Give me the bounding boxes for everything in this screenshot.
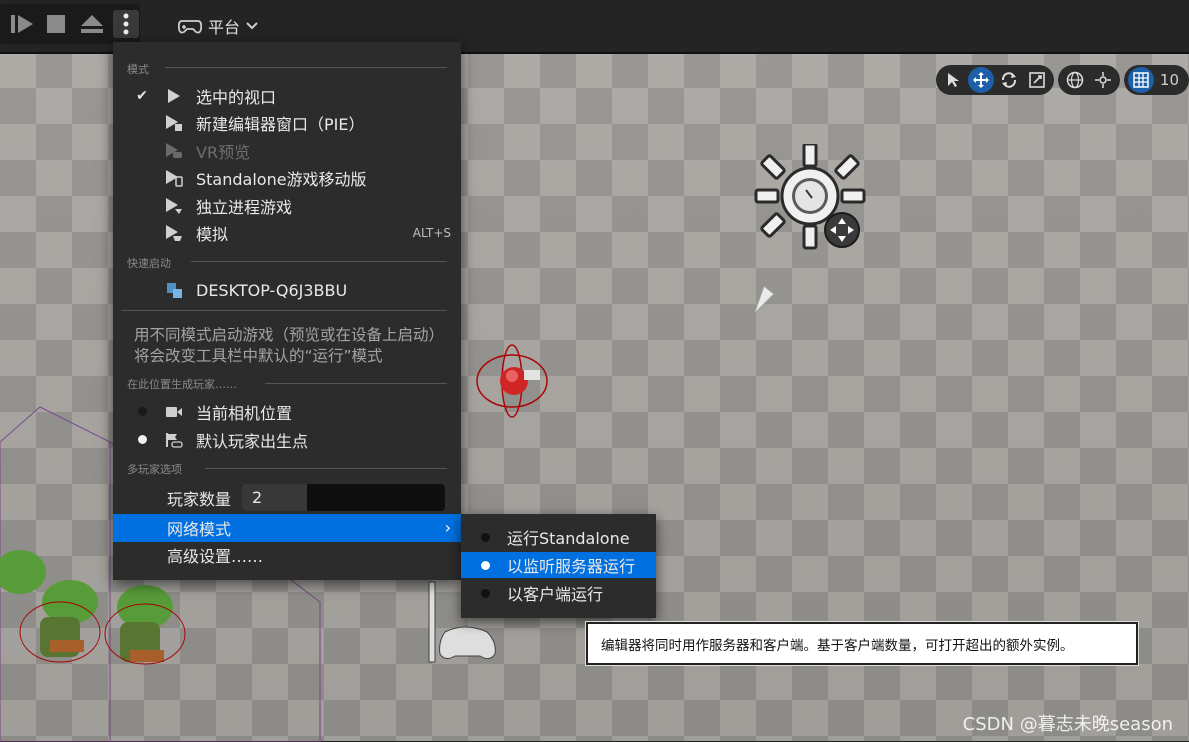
menu-item-label: 当前相机位置 [196,404,293,423]
spawn-current-camera[interactable]: 当前相机位置 [113,399,461,425]
net-mode-standalone[interactable]: 运行Standalone [461,524,656,550]
rotate-tool-button[interactable] [996,67,1022,93]
mode-selected-viewport[interactable]: ✔ 选中的视口 [113,83,461,109]
section-header-quick-launch: 快速启动 [127,257,171,270]
radio-unselected [135,404,149,420]
radio-selected [135,432,149,448]
cursor-icon [947,73,959,87]
checkmark-icon: ✔ [136,88,148,104]
gamepad-icon [178,20,202,34]
section-header-mode: 模式 [127,63,149,76]
mode-standalone-process[interactable]: 独立进程游戏 [113,193,461,219]
submenu-item-label: 以监听服务器运行 [507,557,636,576]
mode-simulate[interactable]: 模拟 ALT+S [113,220,461,246]
advanced-settings-label: 高级设置…… [167,547,264,566]
menu-item-label: Standalone游戏移动版 [196,170,367,189]
scale-icon [1029,72,1045,88]
mobile-play-icon [165,169,183,187]
play-icon [165,87,183,105]
radio-selected [481,560,490,570]
advanced-settings-item[interactable]: 高级设置…… [113,542,461,568]
mode-vr-preview[interactable]: VR预览 [113,138,461,164]
snap-icon [1094,72,1111,88]
move-icon [972,72,989,88]
net-mode-tooltip: 编辑器将同时用作服务器和客户端。基于客户端数量，可打开超出的额外实例。 [586,622,1138,665]
space-tools [1057,65,1120,95]
player-count-label: 玩家数量 [167,490,232,509]
net-mode-client[interactable]: 以客户端运行 [461,580,656,606]
device-icon [165,281,183,299]
viewport-toolbar: 10 [935,65,1189,95]
net-mode-label: 网络模式 [167,520,232,539]
standalone-play-icon [165,197,183,215]
radio-unselected [481,588,490,598]
play-controls [0,4,140,44]
platform-label: 平台 [208,18,241,37]
shortcut-label: ALT+S [412,226,451,240]
menu-item-label: 独立进程游戏 [196,198,293,217]
menu-item-label: 新建编辑器窗口（PIE） [196,115,365,134]
net-mode-submenu: 运行Standalone 以监听服务器运行 以客户端运行 [461,514,656,618]
globe-icon [1066,71,1084,89]
play-options-button[interactable] [113,10,139,38]
eject-button[interactable] [78,10,106,38]
net-mode-listen-server[interactable]: 以监听服务器运行 [461,552,656,578]
submenu-item-label: 以客户端运行 [507,585,604,604]
player-pawn-icon[interactable] [474,344,554,424]
new-window-play-icon [165,114,183,132]
scale-tool-button[interactable] [1024,67,1050,93]
watermark-text: CSDN @暮志未晚season [962,714,1173,735]
directional-light-icon[interactable] [750,144,870,314]
spawn-default-player-start[interactable]: 默认玩家出生点 [113,427,461,453]
vr-headset-icon [165,142,183,160]
play-frame-button[interactable] [8,10,36,38]
divider [265,383,447,384]
frame-advance-icon [11,15,33,33]
grid-icon [1133,72,1149,88]
kebab-menu-icon [123,13,129,35]
radio-unselected [481,532,490,542]
divider [191,261,447,262]
stop-icon [47,15,65,33]
player-count-input[interactable]: 2 [242,484,445,511]
platform-dropdown[interactable]: 平台 [170,8,270,44]
select-tool-button[interactable] [940,67,966,93]
device-name: DESKTOP-Q6J3BBU [196,280,348,300]
section-header-multiplayer: 多玩家选项 [127,463,182,476]
menu-item-label: 默认玩家出生点 [196,432,309,451]
divider [205,468,447,469]
chevron-right-icon: › [444,518,451,537]
camera-icon [165,403,183,421]
world-space-button[interactable] [1062,67,1088,93]
surface-snap-button[interactable] [1090,67,1116,93]
play-options-menu: 模式 ✔ 选中的视口 新建编辑器窗口（PIE） VR预览 Standalone游… [113,42,461,580]
menu-item-label: VR预览 [196,143,251,162]
eject-icon [81,15,103,33]
chevron-down-icon [246,22,258,30]
stop-button[interactable] [42,10,70,38]
divider [165,67,447,68]
menu-item-label: 选中的视口 [196,88,277,107]
divider [121,310,447,311]
grid-size-value[interactable]: 10 [1156,71,1185,89]
player-start-flag-icon [165,431,183,449]
quick-launch-device[interactable]: DESKTOP-Q6J3BBU [113,277,461,303]
section-header-spawn: 在此位置生成玩家…… [127,378,237,391]
menu-item-label: 模拟 [196,225,229,244]
translate-tool-button[interactable] [967,67,994,93]
net-mode-item[interactable]: 网络模式 › [113,514,461,542]
mode-description: 用不同模式启动游戏（预览或在设备上启动）将会改变工具栏中默认的“运行”模式 [134,326,445,365]
player-count-value: 2 [252,488,263,507]
grid-snap-tools: 10 [1123,65,1189,95]
mode-new-editor-window[interactable]: 新建编辑器窗口（PIE） [113,110,461,136]
rotate-icon [1001,72,1016,88]
submenu-item-label: 运行Standalone [507,529,630,548]
simulate-icon [165,224,183,242]
grid-snap-button[interactable] [1127,67,1154,93]
transform-tools [935,65,1054,95]
mode-standalone-mobile[interactable]: Standalone游戏移动版 [113,165,461,191]
